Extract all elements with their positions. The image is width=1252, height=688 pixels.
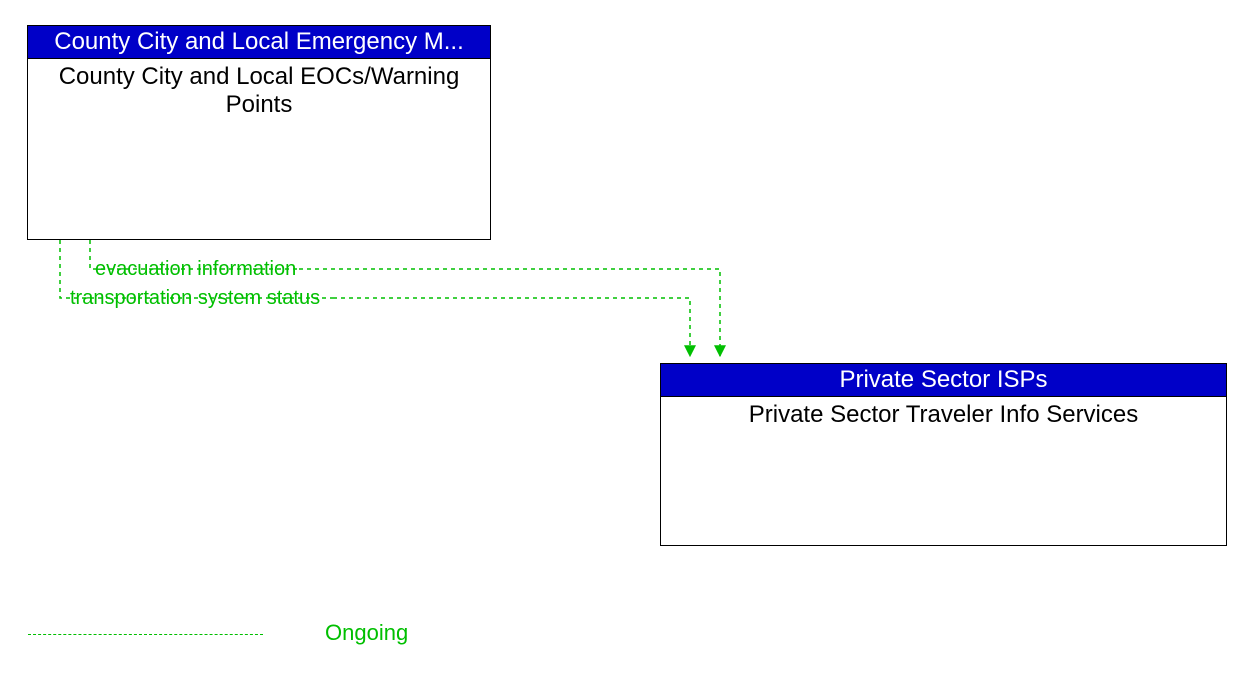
flow-label-evacuation: evacuation information <box>95 258 296 281</box>
node-private-isps-header: Private Sector ISPs <box>661 364 1226 397</box>
node-private-isps: Private Sector ISPs Private Sector Trave… <box>660 363 1227 546</box>
node-county-eocs: County City and Local Emergency M... Cou… <box>27 25 491 240</box>
legend-line-ongoing <box>28 634 263 635</box>
node-private-isps-body: Private Sector Traveler Info Services <box>661 397 1226 433</box>
legend-label-ongoing: Ongoing <box>325 620 408 646</box>
node-county-eocs-header: County City and Local Emergency M... <box>28 26 490 59</box>
node-county-eocs-body: County City and Local EOCs/Warning Point… <box>28 59 490 122</box>
flow-label-transportation: transportation system status <box>70 287 320 310</box>
